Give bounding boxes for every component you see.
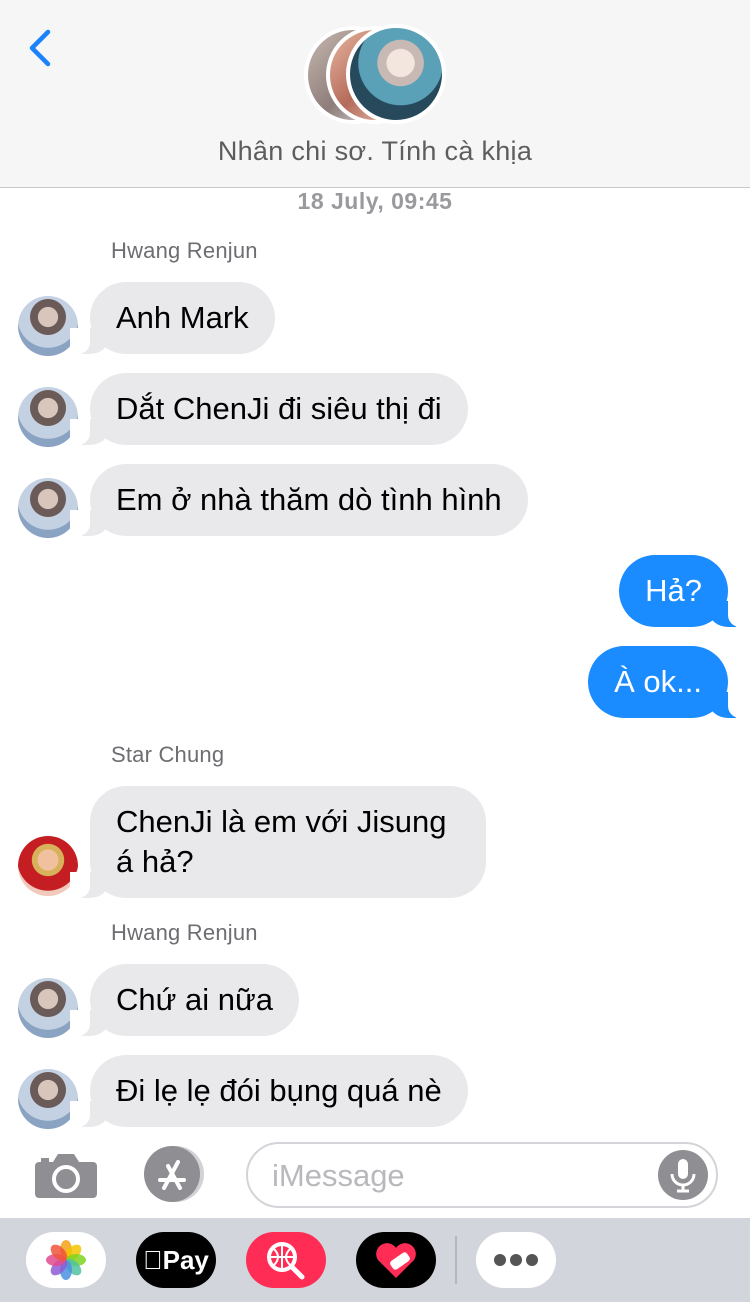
photos-icon bbox=[46, 1240, 86, 1280]
camera-icon bbox=[35, 1154, 97, 1198]
message-input-bar bbox=[0, 1132, 750, 1218]
avatar[interactable] bbox=[18, 978, 78, 1038]
outgoing-message-bubble[interactable]: À ok... bbox=[588, 646, 748, 718]
sender-name: Star Chung bbox=[111, 742, 225, 767]
avatar[interactable] bbox=[18, 478, 78, 538]
message-input[interactable] bbox=[272, 1154, 652, 1198]
avatar[interactable] bbox=[18, 1069, 78, 1129]
incoming-message-bubble[interactable]: Dắt ChenJi đi siêu thị đi bbox=[70, 373, 468, 445]
message-text: Hả? bbox=[645, 573, 702, 608]
message-text: Đi lẹ lẹ đói bụng quá nè bbox=[116, 1073, 442, 1108]
message-text: À ok... bbox=[614, 664, 702, 699]
chevron-left-icon bbox=[29, 29, 51, 67]
sender-name: Hwang Renjun bbox=[111, 238, 258, 263]
stickers-app-button[interactable] bbox=[356, 1232, 436, 1288]
conversation-header: Nhân chi sơ. Tính cà khịa bbox=[0, 0, 750, 188]
microphone-icon bbox=[670, 1159, 696, 1193]
message-text: Chứ ai nữa bbox=[116, 982, 273, 1017]
app-drawer: Pay bbox=[0, 1218, 750, 1302]
avatar[interactable] bbox=[18, 296, 78, 356]
group-avatar-stack[interactable] bbox=[300, 22, 450, 126]
app-store-button[interactable] bbox=[140, 1144, 212, 1204]
sender-name: Hwang Renjun bbox=[111, 920, 258, 945]
message-text: Em ở nhà thăm dò tình hình bbox=[116, 482, 502, 517]
incoming-message-bubble[interactable]: Em ở nhà thăm dò tình hình bbox=[70, 464, 528, 536]
message-text: Dắt ChenJi đi siêu thị đi bbox=[116, 391, 442, 426]
photos-app-button[interactable] bbox=[26, 1232, 106, 1288]
image-search-icon bbox=[267, 1242, 305, 1280]
imessage-field[interactable] bbox=[246, 1142, 718, 1208]
microphone-button[interactable] bbox=[658, 1150, 708, 1200]
avatar[interactable] bbox=[18, 836, 78, 896]
apple-pay-icon:  bbox=[143, 1245, 163, 1275]
back-button[interactable] bbox=[22, 26, 62, 70]
incoming-message-bubble[interactable]: ChenJi là em với Jisung á hả? bbox=[70, 786, 486, 898]
stickers-icon bbox=[376, 1243, 416, 1278]
more-apps-button[interactable] bbox=[476, 1232, 556, 1288]
message-text: ChenJi là em với Jisung á hả? bbox=[116, 804, 447, 879]
group-title[interactable]: Nhân chi sơ. Tính cà khịa bbox=[0, 136, 750, 167]
image-search-app-button[interactable] bbox=[246, 1232, 326, 1288]
group-member-avatar bbox=[346, 24, 446, 124]
camera-button[interactable] bbox=[33, 1150, 99, 1200]
outgoing-message-bubble[interactable]: Hả? bbox=[619, 555, 748, 627]
message-text: Anh Mark bbox=[116, 300, 249, 335]
apple-pay-app-button[interactable]: Pay bbox=[136, 1232, 216, 1288]
apple-pay-label: Pay bbox=[152, 1245, 209, 1275]
message-timestamp: 18 July, 09:45 bbox=[297, 188, 453, 214]
app-store-icon bbox=[144, 1146, 204, 1202]
incoming-message-bubble[interactable]: Đi lẹ lẹ đói bụng quá nè bbox=[70, 1055, 468, 1127]
incoming-message-bubble[interactable]: Anh Mark bbox=[70, 282, 275, 354]
app-drawer-divider bbox=[455, 1236, 457, 1284]
avatar[interactable] bbox=[18, 387, 78, 447]
incoming-message-bubble[interactable]: Chứ ai nữa bbox=[70, 964, 299, 1036]
